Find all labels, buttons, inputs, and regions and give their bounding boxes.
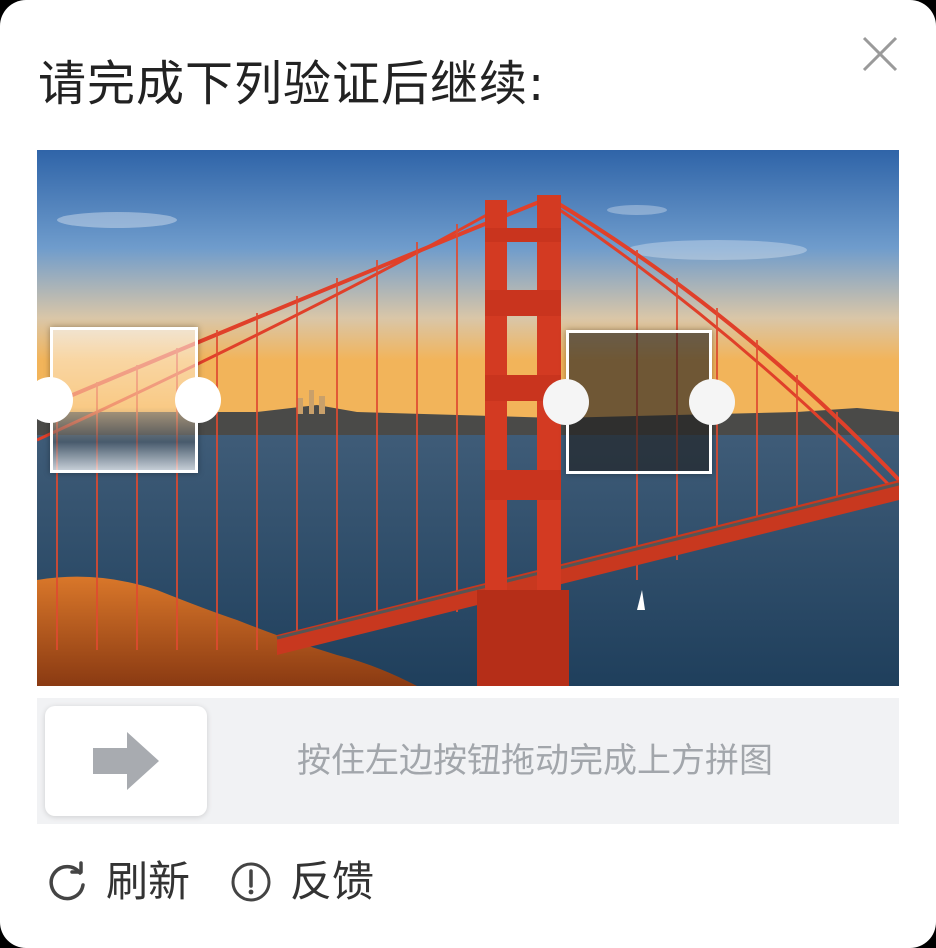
- captcha-dialog: 请完成下列验证后继续: 按住左边按钮拖动完成上方拼图 刷新 反馈: [0, 0, 936, 948]
- feedback-button[interactable]: 反馈: [230, 854, 374, 910]
- slider-hint-text: 按住左边按钮拖动完成上方拼图: [297, 741, 773, 781]
- refresh-icon: [49, 861, 85, 901]
- puzzle-piece[interactable]: [37, 327, 221, 473]
- slider-track[interactable]: 按住左边按钮拖动完成上方拼图: [37, 698, 899, 824]
- refresh-label: 刷新: [106, 857, 191, 906]
- slider-handle[interactable]: [45, 706, 207, 816]
- puzzle-piece-notch-left: [37, 377, 73, 423]
- feedback-label: 反馈: [290, 857, 375, 906]
- puzzle-slot-notch-right: [689, 379, 735, 425]
- exclamation-circle-icon: [231, 862, 271, 902]
- puzzle-background-image: [37, 150, 899, 686]
- refresh-button[interactable]: 刷新: [46, 854, 190, 910]
- arrow-right-icon: [93, 732, 159, 790]
- puzzle-piece-notch-right: [175, 377, 221, 423]
- close-button[interactable]: [858, 32, 902, 76]
- footer-actions: 刷新 反馈: [46, 850, 414, 914]
- close-icon: [862, 36, 898, 72]
- puzzle-target-slot: [543, 330, 735, 474]
- dialog-title: 请完成下列验证后继续:: [38, 56, 546, 112]
- puzzle-slot-notch-left: [543, 379, 589, 425]
